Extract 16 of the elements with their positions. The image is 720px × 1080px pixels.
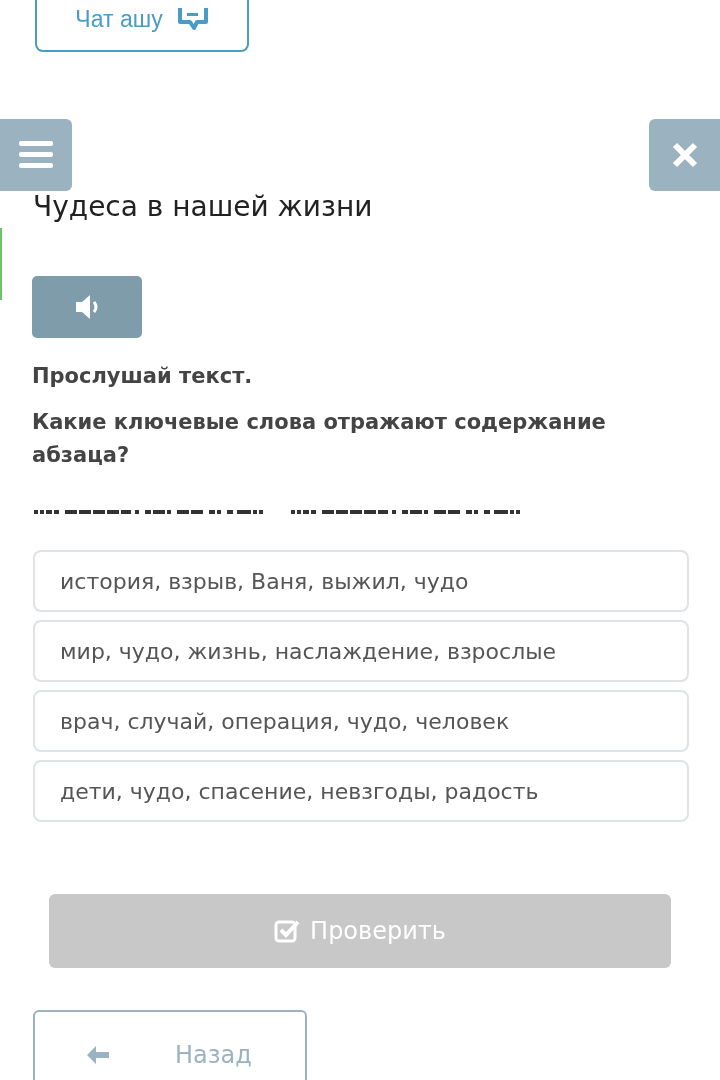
audio-button[interactable] [32, 276, 142, 338]
speaker-icon [74, 293, 100, 321]
answer-option[interactable]: дети, чудо, спасение, невзгоды, радость [33, 760, 689, 822]
close-icon [671, 142, 698, 168]
arrow-left-icon [85, 1044, 111, 1066]
answer-option[interactable]: история, взрыв, Ваня, выжил, чудо [33, 550, 689, 612]
checkbox-icon [274, 918, 301, 944]
answer-option[interactable]: мир, чудо, жизнь, наслаждение, взрослые [33, 620, 689, 682]
answer-option[interactable]: врач, случай, операция, чудо, человек [33, 690, 689, 752]
instruction-text: Прослушай текст. [32, 364, 254, 388]
menu-button[interactable] [0, 119, 72, 191]
page-title: Чудеса в нашей жизни [33, 189, 374, 225]
question-text: Какие ключевые слова отражают содержание абзаца? [32, 409, 607, 469]
close-button[interactable] [649, 119, 720, 191]
edge-marker [0, 228, 2, 300]
menu-icon [19, 141, 53, 169]
